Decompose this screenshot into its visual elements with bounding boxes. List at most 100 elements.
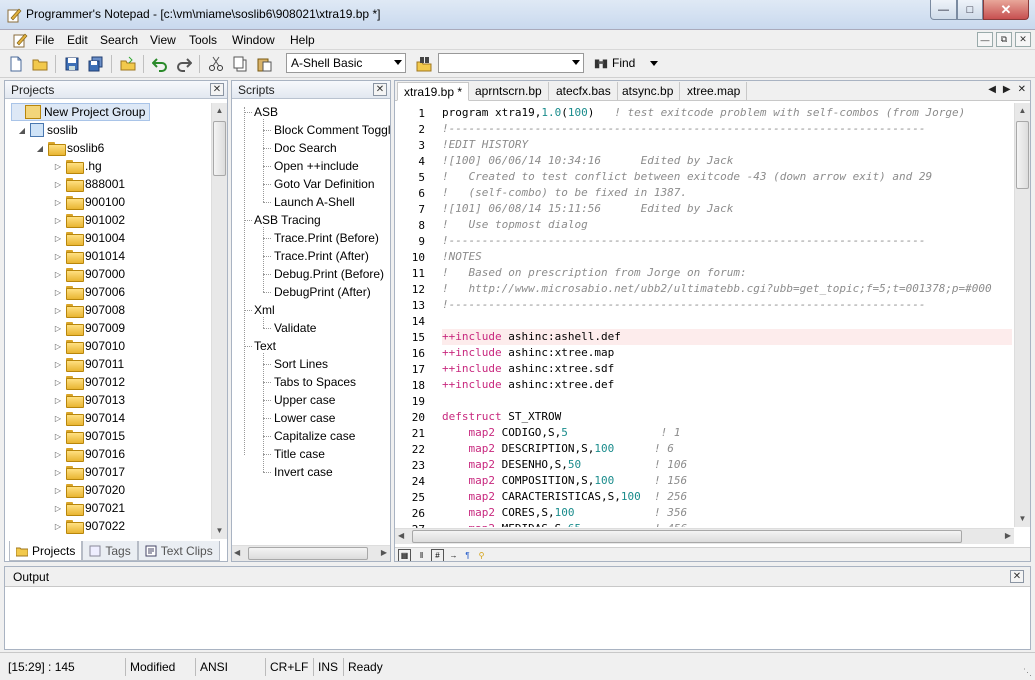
scrollbar-thumb[interactable] xyxy=(1016,121,1029,189)
script-item[interactable]: Goto Var Definition xyxy=(274,175,375,193)
scroll-down-icon[interactable]: ▼ xyxy=(1015,511,1030,527)
script-item[interactable]: Block Comment Toggle xyxy=(274,121,390,139)
script-item[interactable]: Lower case xyxy=(274,409,335,427)
menu-edit[interactable]: Edit xyxy=(67,33,88,47)
projects-scrollbar[interactable]: ▲ ▼ xyxy=(211,103,227,539)
script-item[interactable]: Trace.Print (After) xyxy=(274,247,369,265)
tree-expander-icon[interactable]: ▷ xyxy=(53,486,63,495)
code-line[interactable]: !---------------------------------------… xyxy=(442,233,925,249)
tree-node[interactable]: ▷ 907011 xyxy=(53,355,124,373)
scroll-up-icon[interactable]: ▲ xyxy=(1015,103,1030,119)
code-line[interactable]: ! Use topmost dialog xyxy=(442,217,588,233)
find-input[interactable] xyxy=(438,53,584,73)
tree-node[interactable]: ▷ 907016 xyxy=(53,445,125,463)
tab-projects[interactable]: Projects xyxy=(9,541,83,561)
script-group[interactable]: Xml xyxy=(254,301,275,319)
code-line[interactable]: !---------------------------------------… xyxy=(442,121,925,137)
code-line[interactable]: ! Based on prescription from Jorge on fo… xyxy=(442,265,747,281)
tree-expander-icon[interactable]: ▷ xyxy=(53,306,63,315)
tab-text-clips[interactable]: Text Clips xyxy=(137,541,220,561)
tree-expander-icon[interactable]: ▷ xyxy=(53,162,63,171)
menu-file[interactable]: File xyxy=(35,33,54,47)
code-line[interactable]: ++include ashinc:ashell.def xyxy=(442,329,1012,345)
paste-button[interactable] xyxy=(254,54,274,74)
code-line[interactable]: ++include ashinc:xtree.sdf xyxy=(442,361,614,377)
find-dropdown-icon[interactable] xyxy=(650,61,658,66)
find-button[interactable]: Find xyxy=(594,56,635,70)
tab-tags[interactable]: Tags xyxy=(82,541,138,561)
script-group[interactable]: Text xyxy=(254,337,276,355)
pin-icon[interactable]: ⚲ xyxy=(475,549,488,561)
maximize-button[interactable]: □ xyxy=(957,0,983,20)
script-item[interactable]: DebugPrint (After) xyxy=(274,283,371,301)
editor-hscrollbar[interactable]: ◀ ▶ xyxy=(395,528,1014,544)
script-group[interactable]: ASB Tracing xyxy=(254,211,321,229)
script-item[interactable]: Launch A-Shell xyxy=(274,193,355,211)
open-project-button[interactable] xyxy=(118,54,138,74)
close-projects-panel-button[interactable]: ✕ xyxy=(210,83,224,96)
menu-tools[interactable]: Tools xyxy=(189,33,217,47)
tab-next-icon[interactable]: ▶ xyxy=(1003,84,1011,95)
tree-expander-icon[interactable]: ▷ xyxy=(53,432,63,441)
doc-close-button[interactable]: ✕ xyxy=(1015,32,1031,47)
code-line[interactable]: map2 CORES,S,100 ! 356 xyxy=(442,505,688,521)
tab-prev-icon[interactable]: ◀ xyxy=(988,84,996,95)
doc-minimize-button[interactable]: — xyxy=(977,32,993,47)
tree-node[interactable]: ▷ 901004 xyxy=(53,229,125,247)
tree-expander-icon[interactable]: ▷ xyxy=(53,234,63,243)
doc-restore-button[interactable]: ⧉ xyxy=(996,32,1012,47)
copy-button[interactable] xyxy=(230,54,250,74)
script-item[interactable]: Debug.Print (Before) xyxy=(274,265,384,283)
scroll-up-icon[interactable]: ▲ xyxy=(212,103,227,119)
tree-node[interactable]: ▷ 907014 xyxy=(53,409,125,427)
code-line[interactable]: ! (self-combo) to be fixed in 1387. xyxy=(442,185,687,201)
code-line[interactable]: program xtra19,1.0(100) ! test exitcode … xyxy=(442,105,965,121)
script-group[interactable]: ASB xyxy=(254,103,278,121)
tree-expander-icon[interactable]: ▷ xyxy=(53,180,63,189)
tree-node[interactable]: ▷ 907008 xyxy=(53,301,125,319)
script-item[interactable]: Capitalize case xyxy=(274,427,355,445)
tree-expander-icon[interactable]: ▷ xyxy=(53,396,63,405)
close-scripts-panel-button[interactable]: ✕ xyxy=(373,83,387,96)
tree-expander-icon[interactable]: ▷ xyxy=(53,288,63,297)
script-item[interactable]: Invert case xyxy=(274,463,333,481)
find-in-files-button[interactable] xyxy=(414,54,434,74)
scroll-right-icon[interactable]: ▶ xyxy=(381,548,387,557)
tab-atecfx[interactable]: atecfx.bas xyxy=(550,82,618,101)
tree-node[interactable]: ▷ 907022 xyxy=(53,517,125,535)
undo-button[interactable] xyxy=(150,54,170,74)
scroll-left-icon[interactable]: ◀ xyxy=(398,531,404,540)
tree-expander-icon[interactable]: ▷ xyxy=(53,468,63,477)
code-line[interactable]: map2 COMPOSITION,S,100 ! 156 xyxy=(442,473,688,489)
tree-expander-icon[interactable]: ▷ xyxy=(53,414,63,423)
tree-node[interactable]: ◢ soslib6 xyxy=(35,139,104,157)
script-item[interactable]: Tabs to Spaces xyxy=(274,373,356,391)
doc-menu-icon[interactable] xyxy=(12,32,28,48)
resize-grip-icon[interactable]: ⋱ xyxy=(1023,667,1032,678)
scrollbar-thumb[interactable] xyxy=(412,530,962,543)
new-file-button[interactable] xyxy=(6,54,26,74)
menu-view[interactable]: View xyxy=(150,33,176,47)
code-line[interactable]: !NOTES xyxy=(442,249,482,265)
tab-xtree-map[interactable]: xtree.map xyxy=(681,82,748,101)
tree-node[interactable]: ▷ 907012 xyxy=(53,373,125,391)
tree-expander-icon[interactable]: ▷ xyxy=(53,270,63,279)
tree-expander-icon[interactable]: ▷ xyxy=(53,216,63,225)
script-item[interactable]: Sort Lines xyxy=(274,355,328,373)
menu-help[interactable]: Help xyxy=(290,33,315,47)
code-line[interactable]: ++include ashinc:xtree.def xyxy=(442,377,614,393)
tree-expander-icon[interactable]: ▷ xyxy=(53,522,63,531)
split-view-icon[interactable]: ▦ xyxy=(398,549,411,561)
scroll-left-icon[interactable]: ◀ xyxy=(234,548,240,557)
scheme-select[interactable]: A-Shell Basic xyxy=(286,53,406,73)
tree-expander-icon[interactable]: ▷ xyxy=(53,360,63,369)
code-line[interactable]: map2 MEDIDAS,S,65 ! 456 xyxy=(442,521,688,527)
code-line[interactable]: map2 CODIGO,S,5 ! 1 xyxy=(442,425,681,441)
pilcrow-icon[interactable]: ¶ xyxy=(461,549,474,561)
script-item[interactable]: Validate xyxy=(274,319,316,337)
script-item[interactable]: Title case xyxy=(274,445,325,463)
scroll-down-icon[interactable]: ▼ xyxy=(212,523,227,539)
save-button[interactable] xyxy=(62,54,82,74)
tree-expander-icon[interactable]: ▷ xyxy=(53,324,63,333)
arrow-right-icon[interactable]: → xyxy=(447,549,460,561)
